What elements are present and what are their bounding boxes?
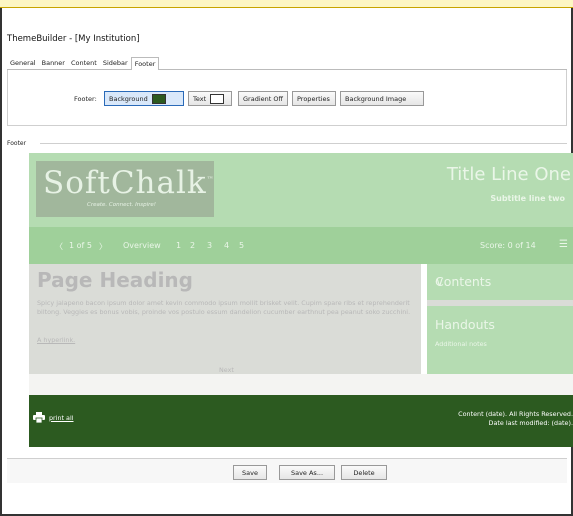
preview-footer: print all Content (date). All Rights Res…	[29, 395, 573, 447]
background-color-swatch	[151, 93, 166, 104]
tab-footer[interactable]: Footer	[130, 57, 160, 70]
background-button-label: Background	[109, 94, 148, 103]
delete-button[interactable]: Delete	[341, 465, 387, 480]
nav-overview[interactable]: Overview	[123, 241, 161, 250]
save-button[interactable]: Save	[233, 465, 267, 480]
save-as-button[interactable]: Save As...	[279, 465, 335, 480]
title-line-one: Title Line One	[446, 164, 571, 185]
sample-hyperlink[interactable]: A hyperlink.	[37, 336, 75, 344]
window-title: ThemeBuilder - [My Institution]	[7, 34, 140, 44]
dialog-button-bar: Save Save As... Delete	[7, 458, 567, 483]
theme-preview: SoftChalk™ Create. Connect. Inspire! Tit…	[29, 153, 573, 447]
print-all-link[interactable]: print all	[33, 412, 74, 423]
subtitle-line-two: Subtitle line two	[490, 194, 565, 203]
tab-general[interactable]: General	[7, 57, 39, 70]
footer-label: Footer:	[74, 95, 97, 103]
preview-content: Page Heading Spicy jalapeno bacon ipsum …	[29, 264, 421, 374]
nav-page-1[interactable]: 1	[176, 241, 181, 250]
footer-group-label: Footer	[7, 140, 30, 147]
footer-toolbar: Footer: Background Text Gradient Off Pro…	[7, 70, 567, 126]
footer-copyright: Content (date). All Rights Reserved. Dat…	[458, 410, 573, 428]
next-link[interactable]: Next	[219, 366, 234, 374]
handouts-title: Handouts	[435, 317, 495, 332]
preview-banner: SoftChalk™ Create. Connect. Inspire! Tit…	[29, 153, 573, 227]
next-page-icon[interactable]: 〉	[99, 241, 107, 252]
tab-sidebar[interactable]: Sidebar	[100, 57, 131, 70]
group-divider	[40, 143, 567, 144]
background-color-button[interactable]: Background	[104, 91, 184, 106]
tab-banner[interactable]: Banner	[39, 57, 68, 70]
score-display: Score: 0 of 14	[480, 241, 536, 250]
background-image-button[interactable]: Background Image	[340, 91, 424, 106]
footer-rights-line: Content (date). All Rights Reserved.	[458, 410, 573, 418]
logo-wordmark: SoftChalk	[43, 165, 207, 201]
softchalk-logo: SoftChalk™ Create. Connect. Inspire!	[36, 161, 214, 217]
contents-panel[interactable]: Contents ∨	[427, 264, 573, 300]
preview-sidebar: Contents ∨ Handouts Additional notes	[427, 264, 573, 374]
top-banner-strip	[0, 0, 573, 8]
body-paragraph: Spicy jalapeno bacon ipsum dolor amet ke…	[37, 299, 411, 316]
nav-page-2[interactable]: 2	[190, 241, 195, 250]
prev-page-icon[interactable]: 〈	[55, 241, 63, 252]
text-color-swatch	[210, 93, 225, 104]
tab-content[interactable]: Content	[68, 57, 100, 70]
nav-page-3[interactable]: 3	[207, 241, 212, 250]
properties-button[interactable]: Properties	[292, 91, 336, 106]
preview-fade-strip	[29, 374, 573, 395]
nav-page-4[interactable]: 4	[224, 241, 229, 250]
menu-icon[interactable]: ☰	[559, 239, 568, 250]
logo-trademark: ™	[206, 175, 215, 184]
page-counter: 1 of 5	[69, 241, 92, 250]
text-button-label: Text	[193, 94, 207, 103]
tab-bar: General Banner Content Sidebar Footer	[7, 57, 567, 70]
nav-page-5[interactable]: 5	[239, 241, 244, 250]
gradient-toggle-button[interactable]: Gradient Off	[238, 91, 288, 106]
chevron-down-icon[interactable]: ∨	[435, 274, 567, 289]
handouts-panel: Handouts Additional notes	[427, 306, 573, 374]
handouts-note: Additional notes	[435, 340, 487, 348]
logo-tagline: Create. Connect. Inspire!	[87, 202, 156, 208]
printer-icon	[33, 412, 45, 423]
print-all-label: print all	[49, 413, 74, 422]
footer-modified-line: Date last modified: (date).	[488, 419, 573, 427]
text-color-button[interactable]: Text	[188, 91, 232, 106]
page-heading: Page Heading	[37, 268, 193, 292]
preview-navbar: 〈 1 of 5 〉 Overview 1 2 3 4 5 Score: 0 o…	[29, 227, 573, 264]
